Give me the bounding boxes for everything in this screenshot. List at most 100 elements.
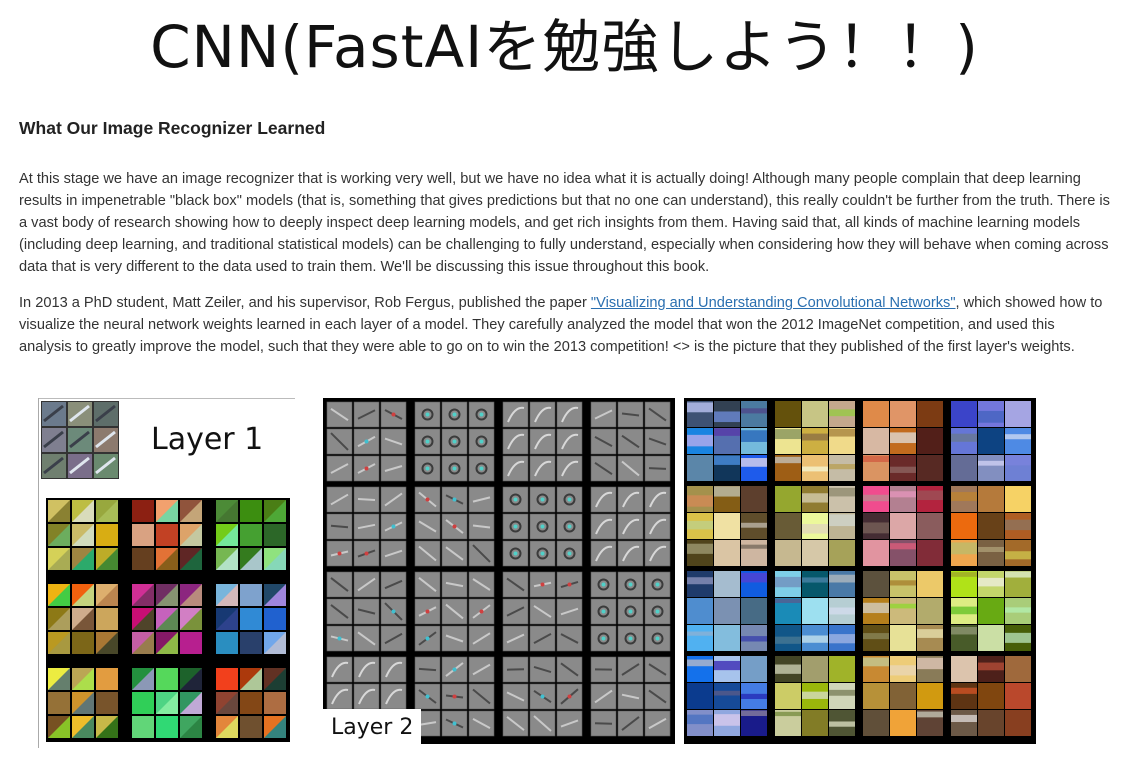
layer1-patch bbox=[72, 584, 94, 606]
layer1-patch bbox=[96, 716, 118, 738]
layer1-patch bbox=[180, 524, 202, 546]
layer1-patch bbox=[156, 632, 178, 654]
layer2-patch bbox=[829, 455, 855, 481]
layer1-patch bbox=[48, 608, 70, 630]
layer1-patch bbox=[216, 548, 238, 570]
layer2-patch bbox=[890, 598, 916, 624]
layer1-patch bbox=[72, 632, 94, 654]
layer2-patch bbox=[714, 401, 740, 427]
layer2-patch bbox=[978, 455, 1004, 481]
layer1-patch bbox=[132, 524, 154, 546]
layer2-filter bbox=[380, 540, 407, 567]
layer1-patch bbox=[180, 632, 202, 654]
layer2-patch bbox=[775, 401, 801, 427]
layer2-patch bbox=[687, 486, 713, 512]
layer1-patch bbox=[240, 524, 262, 546]
layer2-filter bbox=[380, 486, 407, 513]
layer2-patch bbox=[917, 710, 943, 736]
layer2-filter bbox=[529, 401, 556, 428]
layer2-patch bbox=[714, 625, 740, 651]
layer2-patch bbox=[714, 710, 740, 736]
layer1-patch bbox=[264, 524, 286, 546]
layer2-patch bbox=[741, 401, 767, 427]
layer1-patch bbox=[48, 500, 70, 522]
layer1-patch bbox=[264, 608, 286, 630]
layer2-filter bbox=[414, 683, 441, 710]
layer2-filter bbox=[502, 683, 529, 710]
layer2-filter bbox=[441, 401, 468, 428]
layer1-patch bbox=[96, 548, 118, 570]
layer2-patch bbox=[951, 401, 977, 427]
thumb-filter-cell bbox=[42, 402, 66, 426]
layer2-filter bbox=[414, 625, 441, 652]
layer1-patch bbox=[72, 668, 94, 690]
layer2-patch bbox=[687, 656, 713, 682]
layer1-patch bbox=[72, 608, 94, 630]
layer2-filter bbox=[353, 683, 380, 710]
thumb-filter-cell bbox=[68, 402, 92, 426]
layer2-filter bbox=[326, 625, 353, 652]
thumb-filter-cell bbox=[94, 454, 118, 478]
layer1-patch-grid bbox=[46, 498, 290, 742]
layer2-filter bbox=[468, 598, 495, 625]
layer1-patch bbox=[156, 692, 178, 714]
layer2-patch bbox=[829, 625, 855, 651]
layer1-patch bbox=[216, 608, 238, 630]
layer1-patch bbox=[180, 548, 202, 570]
layer2-filter bbox=[644, 598, 671, 625]
layer1-patch bbox=[156, 608, 178, 630]
layer2-filter bbox=[590, 656, 617, 683]
layer2-filter bbox=[556, 455, 583, 482]
layer1-patch bbox=[156, 584, 178, 606]
layer2-filter bbox=[468, 710, 495, 737]
layer2-filter bbox=[590, 710, 617, 737]
layer2-patch bbox=[863, 401, 889, 427]
layer1-patch bbox=[132, 548, 154, 570]
layer2-patch bbox=[1005, 486, 1031, 512]
layer2-patch bbox=[917, 401, 943, 427]
layer2-filter bbox=[441, 710, 468, 737]
layer2-filter bbox=[590, 486, 617, 513]
layer2-filter bbox=[556, 486, 583, 513]
layer2-filter bbox=[441, 540, 468, 567]
layer2-filter bbox=[468, 625, 495, 652]
layer2-patch bbox=[863, 455, 889, 481]
layer2-patch bbox=[714, 571, 740, 597]
layer2-patch bbox=[741, 625, 767, 651]
layer1-patch bbox=[240, 668, 262, 690]
layer2-patch bbox=[890, 455, 916, 481]
layer2-patch bbox=[714, 656, 740, 682]
layer2-patch bbox=[775, 656, 801, 682]
layer2-filter bbox=[644, 683, 671, 710]
layer2-patch bbox=[741, 598, 767, 624]
layer2-filter bbox=[556, 571, 583, 598]
layer2-patch bbox=[1005, 598, 1031, 624]
figure-layer2-patches-panel bbox=[684, 398, 1036, 744]
layer2-patch bbox=[917, 486, 943, 512]
layer2-patch bbox=[775, 598, 801, 624]
layer2-filter bbox=[556, 540, 583, 567]
layer2-patch bbox=[890, 710, 916, 736]
layer2-filter bbox=[529, 683, 556, 710]
layer2-patch bbox=[714, 455, 740, 481]
layer2-patch bbox=[951, 683, 977, 709]
layer2-filter bbox=[529, 656, 556, 683]
layer2-filter bbox=[380, 598, 407, 625]
layer2-patch bbox=[829, 513, 855, 539]
layer2-filter bbox=[502, 540, 529, 567]
layer2-filter bbox=[468, 571, 495, 598]
layer2-filter bbox=[414, 428, 441, 455]
layer2-filter bbox=[502, 455, 529, 482]
layer2-patch bbox=[863, 683, 889, 709]
paper-link[interactable]: "Visualizing and Understanding Convoluti… bbox=[591, 295, 956, 311]
layer2-patch bbox=[917, 513, 943, 539]
layer2-patch bbox=[890, 513, 916, 539]
layer2-patch bbox=[802, 540, 828, 566]
layer2-filter bbox=[617, 401, 644, 428]
layer2-patch bbox=[802, 598, 828, 624]
layer2-patch bbox=[687, 710, 713, 736]
layer2-patch bbox=[802, 513, 828, 539]
layer1-patch bbox=[132, 692, 154, 714]
layer2-patch bbox=[1005, 710, 1031, 736]
layer2-filter bbox=[441, 683, 468, 710]
